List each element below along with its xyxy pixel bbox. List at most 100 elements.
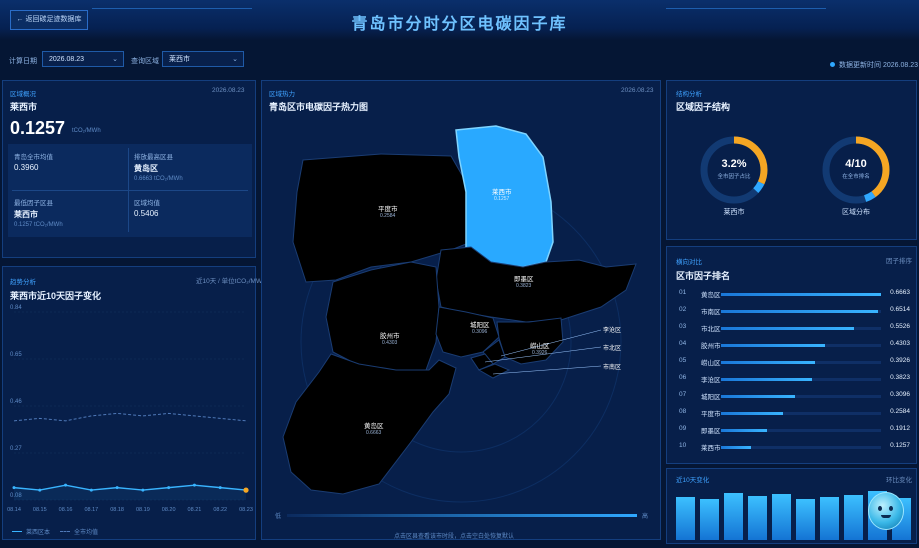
overview-area-name: 莱西市 (10, 102, 38, 112)
ranking-bar (721, 446, 752, 449)
map-value: 0.3823 (516, 283, 532, 289)
donut-rank-sub: 在全市排名 (842, 174, 870, 180)
map-region-jiaozhou[interactable] (325, 261, 440, 371)
ranking-value: 0.5526 (890, 323, 910, 330)
ranking-bar (721, 429, 768, 432)
trend-line-chart: 0.840.650.460.270.0808.1408.1508.1608.17… (7, 305, 253, 513)
ranking-area-name: 崂山区 (701, 360, 721, 367)
map-value: 0.3096 (472, 329, 488, 335)
y-tick-label: 0.46 (10, 399, 22, 405)
series-point (243, 487, 249, 493)
ranking-index: 02 (679, 306, 687, 313)
overview-tag: 区域概况 (10, 91, 36, 98)
map-label: 胶州市 (380, 333, 400, 340)
ranking-bar (721, 395, 795, 398)
series-point (192, 483, 196, 487)
y-tick-label: 0.84 (10, 305, 22, 311)
ranking-value: 0.3926 (890, 357, 910, 364)
x-tick-label: 08.17 (84, 507, 98, 513)
ranking-area-name: 市南区 (701, 309, 721, 316)
series-point (38, 488, 42, 492)
map-value: 0.6663 (366, 430, 382, 436)
structure-title: 区域因子结构 (676, 102, 731, 112)
map-label: 市南区 (603, 365, 622, 371)
daily-bar (724, 493, 743, 540)
trend-range-tag: 近10天 / 单位tCO₂/MWh (196, 278, 266, 285)
ranking-index: 03 (679, 323, 687, 330)
donut-share-chart (700, 136, 768, 204)
ranking-bar (721, 378, 813, 381)
ranking-index: 04 (679, 340, 687, 347)
daily-bar (796, 498, 815, 540)
ranking-row[interactable]: 10 莱西市 0.1257 (676, 440, 912, 454)
date-select[interactable]: 2026.08.23 ⌄ (42, 51, 124, 67)
kpi-label: 青岛全市均值 (14, 154, 53, 161)
overview-unit: tCO₂/MWh (72, 128, 101, 134)
map-value: 0.2584 (380, 213, 396, 219)
ranking-index: 08 (679, 408, 687, 415)
y-tick-label: 0.27 (10, 446, 22, 452)
map-date: 2026.08.23 (621, 87, 654, 94)
ranking-value: 0.6514 (890, 306, 910, 313)
bars-right-tag: 环比变化 (886, 477, 912, 484)
date-select-value: 2026.08.23 (49, 56, 85, 63)
legend-label: 莱西区本 (26, 530, 51, 536)
area-select-value: 莱西市 (169, 56, 190, 63)
ranking-area-name: 胶州市 (701, 343, 721, 350)
map-hint: 点击区县查看该市时段，点击空白处恢复默认 (394, 534, 515, 540)
ranking-index: 05 (679, 357, 687, 364)
legend-swatch-local (12, 531, 22, 532)
legend-swatch-avg (60, 531, 70, 532)
ranking-row[interactable]: 04 胶州市 0.4303 (676, 338, 912, 352)
ranking-row[interactable]: 08 平度市 0.2584 (676, 406, 912, 420)
live-dot-icon (830, 62, 835, 67)
ranking-row[interactable]: 09 即墨区 0.1912 (676, 423, 912, 437)
ranking-tag: 横向对比 (676, 259, 702, 266)
daily-bar (820, 496, 839, 540)
ranking-value: 0.3096 (890, 391, 910, 398)
x-tick-label: 08.23 (239, 507, 253, 513)
ranking-title: 区市因子排名 (676, 271, 731, 281)
area-select[interactable]: 莱西市 ⌄ (162, 51, 244, 67)
ranking-row[interactable]: 06 李沧区 0.3823 (676, 372, 912, 386)
ranking-area-name: 平度市 (701, 411, 721, 418)
bars-title: 近10天变化 (676, 477, 710, 484)
ranking-value: 0.6663 (890, 289, 910, 296)
ranking-row[interactable]: 02 市南区 0.6514 (676, 304, 912, 318)
update-time: 数据更新时间 2026.08.23 (839, 62, 918, 69)
ranking-index: 07 (679, 391, 687, 398)
series-point (218, 486, 222, 490)
ranking-bar (721, 361, 816, 364)
header-divider-right (666, 8, 826, 9)
ranking-value: 0.1912 (890, 425, 910, 432)
kpi-label: 排放最高区县 (134, 154, 173, 161)
series-point (64, 483, 68, 487)
assistant-mascot-icon[interactable] (868, 492, 904, 530)
map-label: 市北区 (603, 346, 622, 352)
ranking-row[interactable]: 03 市北区 0.5526 (676, 321, 912, 335)
y-tick-label: 0.65 (10, 352, 22, 358)
ranking-index: 06 (679, 374, 687, 381)
chevron-down-icon: ⌄ (112, 56, 118, 63)
chevron-down-icon: ⌄ (232, 56, 238, 63)
ranking-row[interactable]: 01 黄岛区 0.6663 (676, 287, 912, 301)
ranking-area-name: 莱西市 (701, 445, 721, 452)
x-tick-label: 08.16 (59, 507, 73, 513)
back-button[interactable]: ← 返回碳足迹数据库 (10, 10, 88, 30)
series-point (89, 488, 93, 492)
trend-tag: 趋势分析 (10, 279, 36, 286)
ranking-bar (721, 412, 784, 415)
kpi-value: 0.5406 (134, 209, 159, 218)
kpi-value: 莱西市 (14, 210, 38, 219)
daily-bar (772, 494, 791, 540)
area-filter-label: 查询区域 (131, 58, 159, 65)
kpi-label: 最低因子区县 (14, 200, 53, 207)
daily-bar (748, 496, 767, 540)
overview-factor-value: 0.1257 (10, 118, 66, 138)
scale-low-label: 低 (275, 514, 282, 520)
ranking-row[interactable]: 07 城阳区 0.3096 (676, 389, 912, 403)
map-value: 0.4303 (382, 340, 398, 346)
series-point (115, 486, 119, 490)
ranking-row[interactable]: 05 崂山区 0.3926 (676, 355, 912, 369)
x-tick-label: 08.20 (162, 507, 176, 513)
